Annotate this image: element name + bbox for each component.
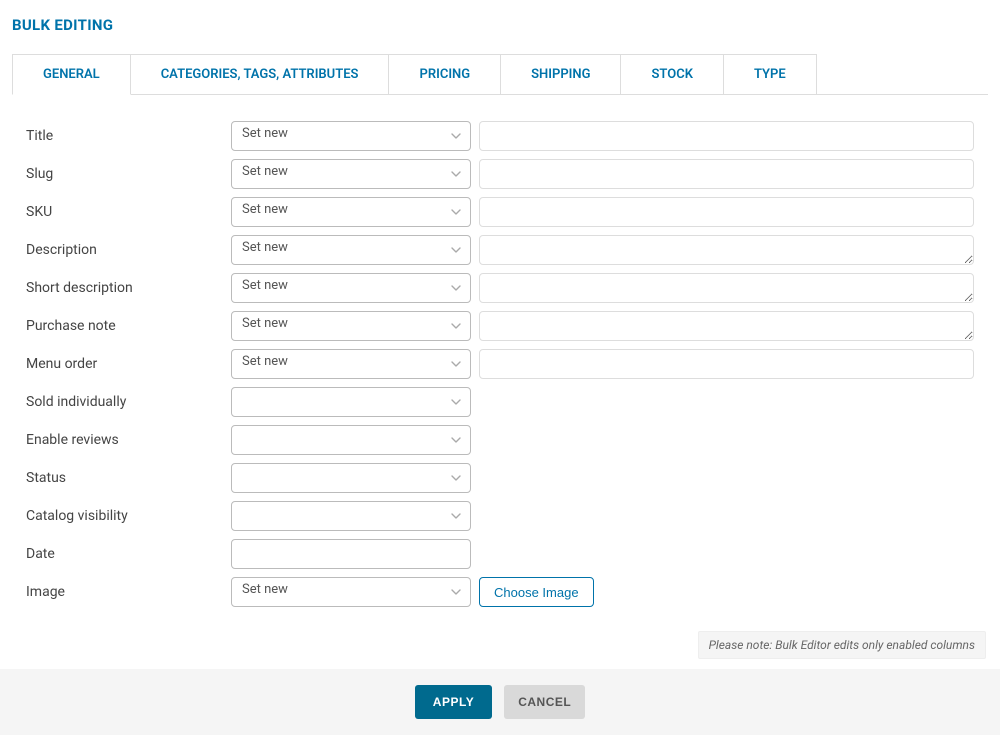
label-enable-reviews: Enable reviews bbox=[26, 432, 231, 448]
select-slug[interactable]: Set new bbox=[231, 159, 471, 189]
label-short-description: Short description bbox=[26, 280, 231, 296]
note-wrap: Please note: Bulk Editor edits only enab… bbox=[12, 613, 988, 659]
textarea-purchase-note[interactable] bbox=[479, 311, 974, 341]
select-status[interactable] bbox=[231, 463, 471, 493]
tab-stock[interactable]: STOCK bbox=[621, 54, 723, 95]
input-date[interactable] bbox=[231, 539, 471, 569]
tabs-bar: GENERAL CATEGORIES, TAGS, ATTRIBUTES PRI… bbox=[12, 54, 988, 95]
row-catalog-visibility: Catalog visibility bbox=[26, 499, 974, 533]
row-short-description: Short description Set new bbox=[26, 271, 974, 305]
tab-type[interactable]: TYPE bbox=[724, 54, 817, 95]
apply-button[interactable]: APPLY bbox=[415, 685, 492, 719]
note-label: Please note: Bulk Editor edits only enab… bbox=[698, 631, 986, 659]
choose-image-button[interactable]: Choose Image bbox=[479, 577, 594, 607]
row-menu-order: Menu order Set new bbox=[26, 347, 974, 381]
input-slug[interactable] bbox=[479, 159, 974, 189]
select-image[interactable]: Set new bbox=[231, 577, 471, 607]
label-catalog-visibility: Catalog visibility bbox=[26, 508, 231, 524]
row-image: Image Set new Choose Image bbox=[26, 575, 974, 609]
select-sold-individually[interactable] bbox=[231, 387, 471, 417]
label-title: Title bbox=[26, 128, 231, 144]
select-description[interactable]: Set new bbox=[231, 235, 471, 265]
select-enable-reviews[interactable] bbox=[231, 425, 471, 455]
select-sku[interactable]: Set new bbox=[231, 197, 471, 227]
label-image: Image bbox=[26, 584, 231, 600]
tab-shipping[interactable]: SHIPPING bbox=[501, 54, 621, 95]
label-slug: Slug bbox=[26, 166, 231, 182]
label-sold-individually: Sold individually bbox=[26, 394, 231, 410]
input-menu-order[interactable] bbox=[479, 349, 974, 379]
tab-categories[interactable]: CATEGORIES, TAGS, ATTRIBUTES bbox=[131, 54, 390, 95]
label-purchase-note: Purchase note bbox=[26, 318, 231, 334]
page-title: BULK EDITING bbox=[12, 16, 988, 34]
row-enable-reviews: Enable reviews bbox=[26, 423, 974, 457]
label-sku: SKU bbox=[26, 204, 231, 220]
label-date: Date bbox=[26, 546, 231, 562]
label-status: Status bbox=[26, 470, 231, 486]
row-status: Status bbox=[26, 461, 974, 495]
textarea-description[interactable] bbox=[479, 235, 974, 265]
row-date: Date bbox=[26, 537, 974, 571]
tab-general[interactable]: GENERAL bbox=[12, 54, 131, 95]
select-short-description[interactable]: Set new bbox=[231, 273, 471, 303]
select-catalog-visibility[interactable] bbox=[231, 501, 471, 531]
row-purchase-note: Purchase note Set new bbox=[26, 309, 974, 343]
row-description: Description Set new bbox=[26, 233, 974, 267]
footer-bar: APPLY CANCEL bbox=[0, 669, 1000, 735]
cancel-button[interactable]: CANCEL bbox=[504, 685, 585, 719]
row-sku: SKU Set new bbox=[26, 195, 974, 229]
form-area: Title Set new Slug Set new SKU Set new bbox=[12, 95, 988, 609]
textarea-short-description[interactable] bbox=[479, 273, 974, 303]
select-title[interactable]: Set new bbox=[231, 121, 471, 151]
row-slug: Slug Set new bbox=[26, 157, 974, 191]
select-purchase-note[interactable]: Set new bbox=[231, 311, 471, 341]
input-sku[interactable] bbox=[479, 197, 974, 227]
select-menu-order[interactable]: Set new bbox=[231, 349, 471, 379]
label-menu-order: Menu order bbox=[26, 356, 231, 372]
tab-pricing[interactable]: PRICING bbox=[389, 54, 501, 95]
row-title: Title Set new bbox=[26, 119, 974, 153]
row-sold-individually: Sold individually bbox=[26, 385, 974, 419]
label-description: Description bbox=[26, 242, 231, 258]
input-title[interactable] bbox=[479, 121, 974, 151]
